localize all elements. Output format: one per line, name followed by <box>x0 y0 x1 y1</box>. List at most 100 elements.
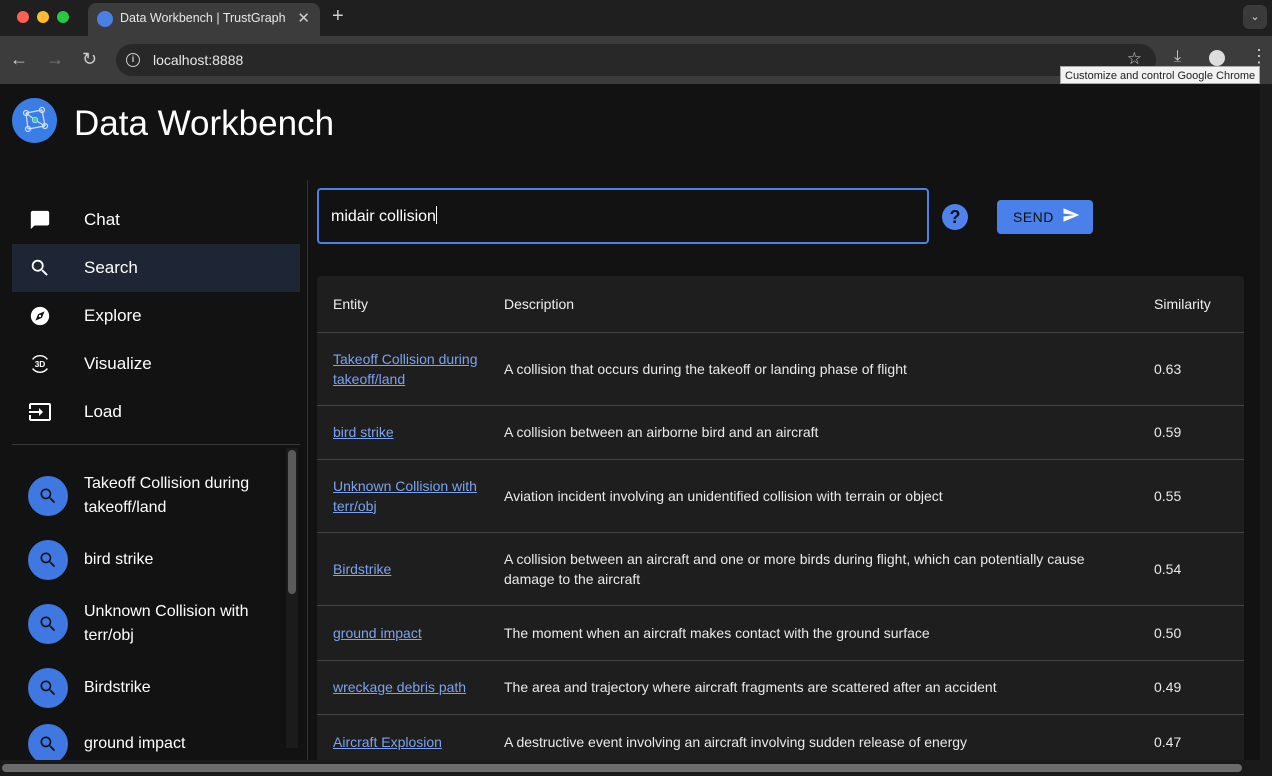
sidebar-item-label: Chat <box>84 210 120 229</box>
sidebar-item-label: Explore <box>84 306 142 325</box>
tooltip: Customize and control Google Chrome <box>1060 66 1261 84</box>
search-icon <box>28 724 68 760</box>
tab-title: Data Workbench | TrustGraph <box>120 11 286 25</box>
trustgraph-logo <box>12 98 57 143</box>
tab-close-icon[interactable]: ✕ <box>297 9 310 27</box>
column-header-similarity[interactable]: Similarity <box>1154 276 1244 333</box>
sidebar-item-visualize[interactable]: 3D Visualize <box>12 340 300 388</box>
entity-link[interactable]: bird strike <box>333 424 394 440</box>
chrome-menu-icon[interactable]: ⋮ <box>1250 46 1268 67</box>
table-header-row: Entity Description Similarity <box>317 276 1244 333</box>
history-scrollbar-thumb[interactable] <box>288 450 296 594</box>
maximize-window-button[interactable] <box>57 11 69 23</box>
table-row: ground impact The moment when an aircraf… <box>317 605 1244 661</box>
history-item[interactable]: Unknown Collision with terr/obj <box>12 588 288 660</box>
search-history-list: Takeoff Collision during takeoff/land bi… <box>12 452 288 760</box>
close-window-button[interactable] <box>17 11 29 23</box>
description-cell: A collision that occurs during the takeo… <box>504 332 1154 406</box>
history-scrollbar[interactable] <box>286 448 298 748</box>
sidebar-divider <box>12 444 300 445</box>
app-viewport: Data Workbench Chat Search Explore 3D Vi… <box>0 84 1260 760</box>
reload-icon[interactable]: ↻ <box>82 49 97 69</box>
search-icon <box>28 476 68 516</box>
entity-link[interactable]: Unknown Collision with terr/obj <box>333 478 477 514</box>
history-item[interactable]: Takeoff Collision during takeoff/land <box>12 460 288 532</box>
search-icon <box>28 668 68 708</box>
download-icon[interactable]: ⤓ <box>1174 48 1181 66</box>
send-button[interactable]: SEND <box>997 200 1093 234</box>
history-item[interactable]: bird strike <box>12 532 288 588</box>
browser-tab[interactable]: Data Workbench | TrustGraph ✕ <box>88 3 320 36</box>
input-icon <box>28 400 52 424</box>
history-item-label: Unknown Collision with terr/obj <box>84 603 249 644</box>
sidebar-item-label: Search <box>84 258 138 277</box>
similarity-cell: 0.55 <box>1154 459 1244 533</box>
new-tab-icon[interactable]: + <box>332 5 344 28</box>
table-row: Takeoff Collision during takeoff/land A … <box>317 332 1244 406</box>
entity-link[interactable]: ground impact <box>333 625 422 641</box>
compass-icon <box>28 304 52 328</box>
search-icon <box>28 256 52 280</box>
search-icon <box>28 540 68 580</box>
profile-icon[interactable] <box>1209 50 1225 66</box>
app-title: Data Workbench <box>74 104 335 143</box>
forward-icon[interactable]: → <box>46 49 64 69</box>
chat-icon <box>28 208 52 232</box>
description-cell: A collision between an airborne bird and… <box>504 405 1154 460</box>
tab-search-icon[interactable]: ⌄ <box>1243 5 1267 29</box>
similarity-cell: 0.63 <box>1154 332 1244 406</box>
similarity-cell: 0.50 <box>1154 605 1244 661</box>
similarity-cell: 0.49 <box>1154 660 1244 715</box>
description-cell: Aviation incident involving an unidentif… <box>504 459 1154 533</box>
history-item[interactable]: ground impact <box>12 716 288 760</box>
browser-tab-bar: Data Workbench | TrustGraph ✕ + ⌄ <box>0 0 1272 36</box>
minimize-window-button[interactable] <box>37 11 49 23</box>
search-input-value[interactable]: midair collision <box>331 206 437 226</box>
history-item-label: ground impact <box>84 735 186 752</box>
similarity-cell: 0.59 <box>1154 405 1244 460</box>
history-item-label: bird strike <box>84 551 154 568</box>
entity-link[interactable]: Aircraft Explosion <box>333 734 442 750</box>
history-item-label: Birdstrike <box>84 679 151 696</box>
description-cell: A destructive event involving an aircraf… <box>504 714 1154 760</box>
sidebar-item-search[interactable]: Search <box>12 244 300 292</box>
panel-divider <box>307 180 308 760</box>
url-text[interactable]: localhost:8888 <box>153 52 243 68</box>
help-icon[interactable]: ? <box>942 204 968 230</box>
similarity-cell: 0.47 <box>1154 714 1244 760</box>
svg-text:3D: 3D <box>35 359 46 369</box>
sidebar-item-load[interactable]: Load <box>12 388 300 436</box>
sidebar-item-label: Visualize <box>84 354 152 373</box>
send-icon <box>1062 206 1080 229</box>
entity-link[interactable]: Birdstrike <box>333 561 391 577</box>
table-row: Unknown Collision with terr/obj Aviation… <box>317 459 1244 533</box>
search-icon <box>28 604 68 644</box>
sidebar-item-label: Load <box>84 402 122 421</box>
description-cell: The moment when an aircraft makes contac… <box>504 605 1154 661</box>
site-info-icon[interactable]: i <box>126 53 140 67</box>
description-cell: The area and trajectory where aircraft f… <box>504 660 1154 715</box>
table-row: Aircraft Explosion A destructive event i… <box>317 714 1244 760</box>
page-vertical-scrollbar[interactable] <box>1260 84 1272 760</box>
column-header-entity[interactable]: Entity <box>317 276 504 333</box>
address-bar[interactable]: i localhost:8888 ☆ <box>116 44 1156 76</box>
horizontal-scrollbar-thumb[interactable] <box>2 764 1242 772</box>
history-item[interactable]: Birdstrike <box>12 660 288 716</box>
search-input[interactable]: midair collision <box>317 188 929 244</box>
sidebar-nav: Chat Search Explore 3D Visualize Load <box>12 196 300 436</box>
favicon-icon <box>97 11 113 27</box>
3d-rotation-icon: 3D <box>28 352 52 376</box>
entity-link[interactable]: wreckage debris path <box>333 679 466 695</box>
entity-link[interactable]: Takeoff Collision during takeoff/land <box>333 351 478 387</box>
back-icon[interactable]: ← <box>10 49 28 69</box>
sidebar-item-explore[interactable]: Explore <box>12 292 300 340</box>
results-table: Entity Description Similarity Takeoff Co… <box>317 276 1244 760</box>
column-header-description[interactable]: Description <box>504 276 1154 333</box>
similarity-cell: 0.54 <box>1154 532 1244 606</box>
table-row: bird strike A collision between an airbo… <box>317 405 1244 460</box>
table-row: wreckage debris path The area and trajec… <box>317 660 1244 715</box>
sidebar-item-chat[interactable]: Chat <box>12 196 300 244</box>
description-cell: A collision between an aircraft and one … <box>504 532 1154 606</box>
table-row: Birdstrike A collision between an aircra… <box>317 532 1244 606</box>
page-horizontal-scrollbar[interactable] <box>0 760 1272 776</box>
